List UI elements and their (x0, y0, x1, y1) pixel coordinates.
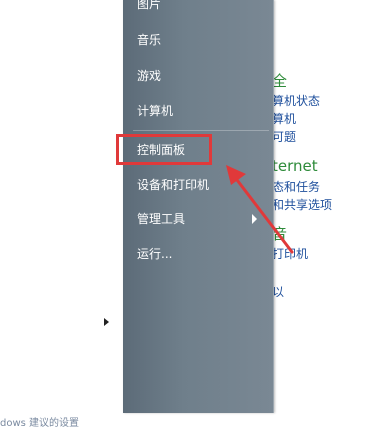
pointer-arrow-icon (226, 165, 294, 254)
